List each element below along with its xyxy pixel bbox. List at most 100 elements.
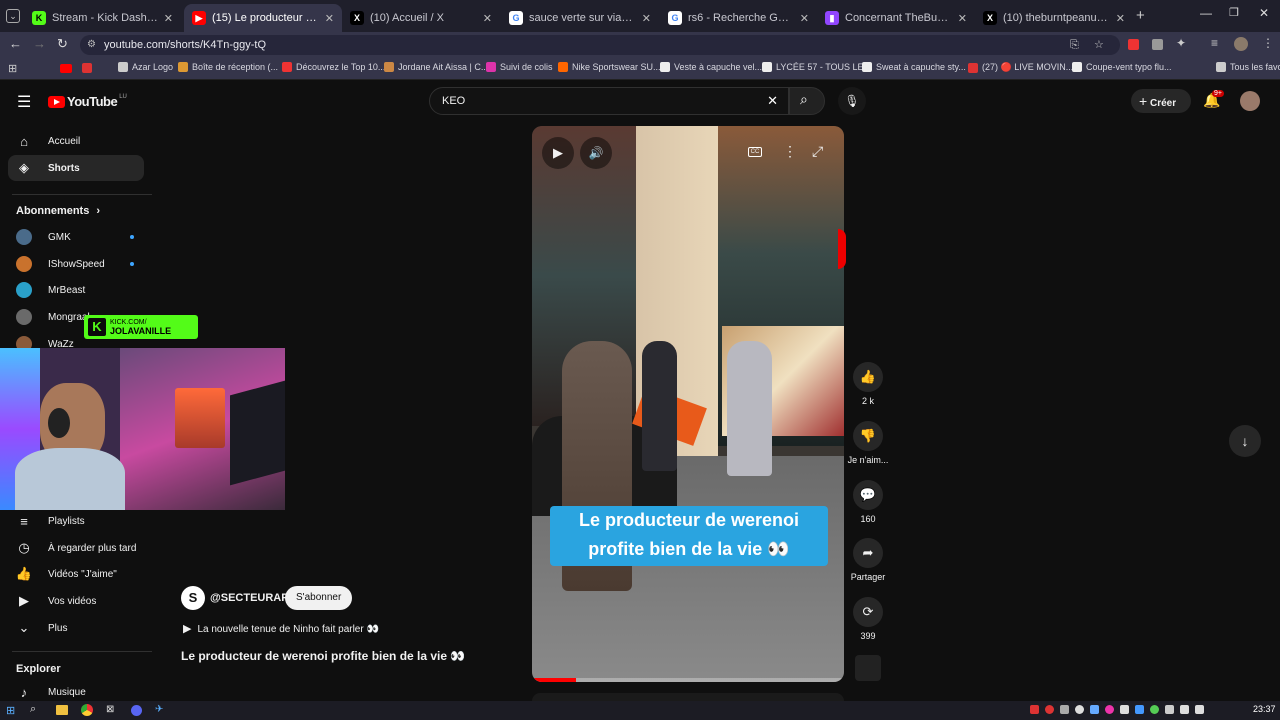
browser-tab[interactable]: K Stream - Kick Dashboard ✕: [24, 4, 181, 32]
tray-icon-2[interactable]: [1045, 705, 1054, 714]
dislike-action[interactable]: 👎 Je n'aim...: [845, 421, 891, 465]
channel-name[interactable]: @SECTEURAP: [210, 592, 289, 604]
close-window-button[interactable]: ✕: [1259, 6, 1269, 20]
sidebar-item-more[interactable]: ⌄ Plus: [8, 615, 144, 641]
tray-icon-9[interactable]: [1150, 705, 1159, 714]
sidebar-subscription[interactable]: IShowSpeed: [8, 251, 144, 277]
bookmark-item[interactable]: Veste à capuche vel...: [660, 62, 762, 72]
tray-icon-10[interactable]: [1165, 705, 1174, 714]
voice-search-button[interactable]: 🎙: [838, 87, 866, 115]
bookmark-item[interactable]: (27) 🔴 LIVE MOVIN...: [968, 62, 1073, 73]
tab-close-icon[interactable]: ✕: [642, 12, 651, 25]
app-icon-1[interactable]: ⊠: [106, 704, 114, 715]
search-input[interactable]: KEO ✕: [429, 87, 789, 115]
sidebar-item-playlists[interactable]: ≡ Playlists: [8, 508, 144, 534]
back-icon[interactable]: ←: [9, 36, 22, 51]
bookmark-item[interactable]: Boîte de réception (...: [178, 62, 278, 72]
bookmark-item[interactable]: Azar Logo: [118, 62, 173, 72]
tab-close-icon[interactable]: ✕: [958, 12, 967, 25]
site-info-icon[interactable]: ⚙: [87, 35, 96, 55]
browser-tab[interactable]: Grs6 - Recherche Google ✕: [660, 4, 817, 32]
browser-tab[interactable]: X (10) theburntpeanut (@theburn ✕: [975, 4, 1133, 32]
tray-icon-7[interactable]: [1120, 705, 1129, 714]
discord-icon[interactable]: [131, 705, 142, 716]
remix-action[interactable]: ⟳ 399: [849, 597, 887, 641]
related-video-link[interactable]: ▶ La nouvelle tenue de Ninho fait parler …: [183, 622, 379, 635]
subscriptions-header[interactable]: Abonnements ›: [16, 205, 100, 217]
comments-action[interactable]: 💬 160: [849, 480, 887, 524]
forward-icon[interactable]: →: [33, 36, 46, 51]
new-tab-button[interactable]: +: [1136, 7, 1145, 24]
tray-icon-3[interactable]: [1060, 705, 1069, 714]
play-button[interactable]: ▶: [542, 137, 574, 169]
sidebar-item-liked[interactable]: 👍 Vidéos "J'aime": [8, 561, 144, 587]
tray-icon-red[interactable]: [1030, 705, 1039, 714]
tray-icon-6[interactable]: [1105, 705, 1114, 714]
extensions-puzzle-icon[interactable]: ✦: [1176, 36, 1186, 50]
menu-icon[interactable]: ☰: [17, 92, 31, 112]
sidebar-item-watch-later[interactable]: ◷ À regarder plus tard: [8, 535, 144, 561]
file-explorer-icon[interactable]: [56, 705, 68, 715]
tab-close-icon[interactable]: ✕: [164, 12, 173, 25]
volume-icon[interactable]: [1180, 705, 1189, 714]
bookmark-item[interactable]: Tous les favoris: [1216, 62, 1280, 72]
search-button[interactable]: ⌕: [789, 87, 825, 115]
apps-grid-icon[interactable]: ⊞: [8, 62, 17, 75]
browser-tab[interactable]: X (10) Accueil / X ✕: [342, 4, 500, 32]
bookmark-item[interactable]: LYCÉE 57 - TOUS LE...: [762, 62, 871, 72]
bookmark-item[interactable]: Coupe-vent typo flu...: [1072, 62, 1172, 72]
bookmark-red-icon[interactable]: [82, 63, 92, 73]
captions-icon[interactable]: CC: [748, 147, 762, 157]
bookmark-youtube-icon[interactable]: [60, 64, 72, 73]
bookmark-item[interactable]: Découvrez le Top 10...: [282, 62, 385, 72]
tab-close-icon[interactable]: ✕: [483, 12, 492, 25]
app-icon-2[interactable]: ✈: [155, 704, 163, 715]
taskbar-search-icon[interactable]: ⌕: [30, 703, 36, 716]
bookmark-item[interactable]: Sweat à capuche sty...: [862, 62, 966, 72]
browser-tab[interactable]: ▶ (15) Le producteur de werenoi p ✕: [184, 4, 342, 32]
tab-close-icon[interactable]: ✕: [800, 12, 809, 25]
volume-button[interactable]: 🔊: [580, 137, 612, 169]
network-icon[interactable]: [1195, 705, 1204, 714]
bookmark-item[interactable]: Jordane Ait Aissa | C...: [384, 62, 488, 72]
tab-close-icon[interactable]: ✕: [325, 12, 334, 25]
sidebar-item-home[interactable]: ⌂ Accueil: [8, 128, 144, 154]
progress-track[interactable]: [532, 678, 844, 682]
tab-close-icon[interactable]: ✕: [1116, 12, 1125, 25]
tab-list-icon[interactable]: ⌄: [6, 9, 20, 23]
browser-tab[interactable]: ▮ Concernant TheBurntPeanut - T ✕: [817, 4, 975, 32]
extension-icon-grey[interactable]: [1152, 39, 1163, 50]
youtube-logo[interactable]: YouTube LU: [48, 94, 127, 109]
tray-icon-5[interactable]: [1090, 705, 1099, 714]
reading-list-icon[interactable]: ≡: [1211, 36, 1218, 50]
like-action[interactable]: 👍 2 k: [849, 362, 887, 406]
clear-search-icon[interactable]: ✕: [767, 88, 778, 114]
sidebar-item-shorts[interactable]: ◈ Shorts: [8, 155, 144, 181]
restore-button[interactable]: ❐: [1229, 6, 1239, 19]
channel-avatar[interactable]: S: [181, 586, 205, 610]
short-video-player[interactable]: Le producteur de werenoi profite bien de…: [532, 126, 844, 682]
start-icon[interactable]: ⊞: [6, 704, 15, 717]
share-action[interactable]: ➦ Partager: [845, 538, 891, 582]
bookmark-star-icon[interactable]: ☆: [1094, 35, 1104, 55]
reload-icon[interactable]: ↻: [57, 36, 68, 52]
subscribe-button[interactable]: S'abonner: [285, 586, 353, 610]
more-options-icon[interactable]: ⋮: [783, 143, 797, 160]
minimize-button[interactable]: —: [1200, 6, 1212, 20]
system-clock[interactable]: 23:37: [1253, 704, 1276, 714]
bluetooth-icon[interactable]: [1135, 705, 1144, 714]
fullscreen-icon[interactable]: ⤢: [812, 143, 823, 160]
sound-thumbnail[interactable]: [855, 655, 881, 681]
tray-icon-4[interactable]: [1075, 705, 1084, 714]
browser-menu-icon[interactable]: ⋮: [1262, 36, 1274, 50]
chrome-icon[interactable]: [81, 704, 93, 716]
next-short-button[interactable]: ↓: [1229, 425, 1261, 457]
address-bar[interactable]: ⚙ youtube.com/shorts/K4Tn-ggy-tQ ⎘ ☆: [80, 35, 1120, 55]
sidebar-subscription[interactable]: MrBeast: [8, 277, 144, 303]
browser-tab[interactable]: Gsauce verte sur viande - Recher ✕: [501, 4, 659, 32]
bookmark-item[interactable]: Suivi de colis: [486, 62, 553, 72]
profile-avatar[interactable]: [1234, 37, 1248, 51]
bookmark-item[interactable]: Nike Sportswear SU...: [558, 62, 661, 72]
sidebar-subscription[interactable]: GMK: [8, 224, 144, 250]
extension-icon-red[interactable]: [1128, 39, 1139, 50]
